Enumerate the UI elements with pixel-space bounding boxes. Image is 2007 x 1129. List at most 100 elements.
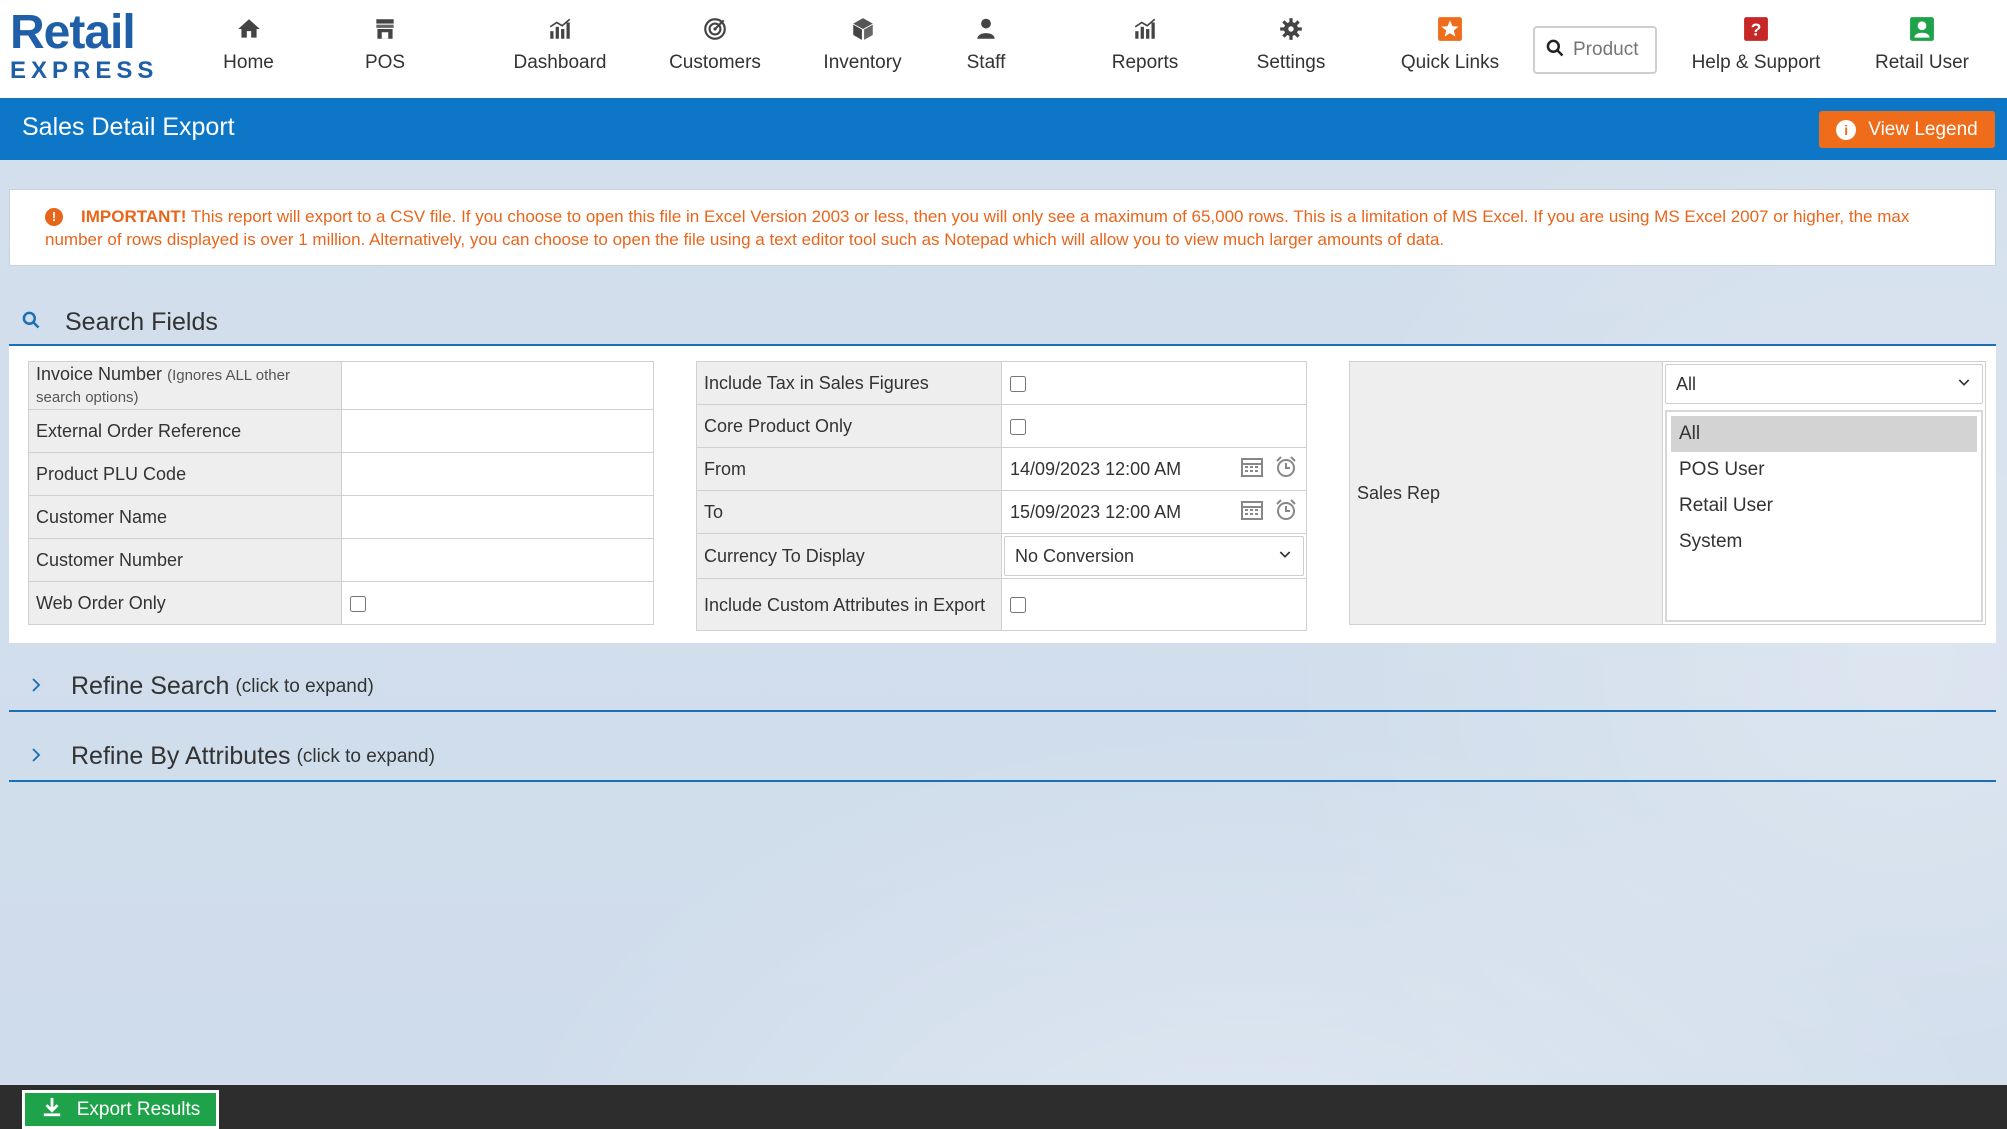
view-legend-button[interactable]: i View Legend: [1819, 111, 1995, 148]
refine-search-title: Refine Search: [71, 672, 230, 700]
product-search[interactable]: [1533, 26, 1657, 74]
calendar-icon[interactable]: [1240, 455, 1264, 484]
nav-quick-links[interactable]: Quick Links: [1399, 16, 1501, 82]
download-icon: [41, 1096, 63, 1124]
sales-rep-select[interactable]: All: [1665, 364, 1983, 404]
top-navigation: Retail EXPRESS Home POS Dashboard Custom…: [0, 0, 2007, 98]
clock-icon[interactable]: [1274, 455, 1298, 484]
refine-attributes-hint: (click to expand): [296, 745, 435, 767]
chevron-down-icon: [1277, 546, 1293, 567]
currency-label: Currency To Display: [696, 533, 1002, 579]
nav-home-label: Home: [223, 52, 274, 73]
nav-quick-links-label: Quick Links: [1400, 52, 1500, 73]
home-icon: [206, 16, 291, 46]
nav-customers[interactable]: Customers: [663, 16, 767, 82]
invoice-number-label: Invoice Number (Ignores ALL other search…: [28, 361, 342, 410]
customer-number-field[interactable]: [341, 538, 654, 582]
sales-rep-option[interactable]: All: [1671, 416, 1977, 452]
from-date-field[interactable]: 14/09/2023 12:00 AM: [1010, 459, 1181, 480]
box-icon: [815, 16, 910, 46]
star-icon: [1399, 16, 1501, 46]
nav-dashboard-label: Dashboard: [513, 52, 607, 73]
export-results-label: Export Results: [76, 1098, 201, 1120]
page-title: Sales Detail Export: [22, 113, 235, 141]
help-icon: ?: [1688, 16, 1824, 46]
search-fields-panel: Invoice Number (Ignores ALL other search…: [9, 346, 1996, 643]
retail-express-logo[interactable]: Retail EXPRESS: [10, 6, 159, 86]
page-header: Sales Detail Export i View Legend: [0, 98, 2007, 160]
important-label: IMPORTANT!: [81, 207, 187, 226]
core-product-only-checkbox[interactable]: [1010, 418, 1026, 435]
footer-bar: Export Results: [0, 1085, 2007, 1129]
product-plu-code-label: Product PLU Code: [28, 452, 342, 496]
nav-staff[interactable]: Staff: [955, 16, 1017, 82]
calendar-icon[interactable]: [1240, 498, 1264, 527]
alert-icon: !: [45, 208, 63, 226]
view-legend-label: View Legend: [1868, 118, 1978, 140]
currency-select[interactable]: No Conversion: [1004, 536, 1304, 576]
clock-icon[interactable]: [1274, 498, 1298, 527]
include-tax-label: Include Tax in Sales Figures: [696, 361, 1002, 405]
to-date-field[interactable]: 15/09/2023 12:00 AM: [1010, 502, 1181, 523]
gear-icon: [1253, 16, 1329, 46]
include-tax-checkbox[interactable]: [1010, 375, 1026, 392]
web-order-only-checkbox[interactable]: [350, 595, 366, 612]
refine-search-hint: (click to expand): [235, 675, 374, 697]
refine-search-section[interactable]: Refine Search (click to expand): [9, 664, 1996, 712]
nav-retail-user[interactable]: Retail User: [1871, 16, 1973, 82]
logo-line2: EXPRESS: [10, 57, 159, 84]
store-icon: [345, 16, 425, 46]
bar-chart-icon: [1104, 16, 1186, 46]
include-custom-attributes-checkbox[interactable]: [1010, 597, 1026, 614]
user-badge-icon: [1871, 16, 1973, 46]
core-product-only-label: Core Product Only: [696, 404, 1002, 448]
search-fields-right: Sales Rep All All POS User Retail User S…: [1349, 361, 1986, 625]
customer-number-label: Customer Number: [28, 538, 342, 582]
external-order-reference-field[interactable]: [341, 409, 654, 453]
info-icon: i: [1836, 119, 1857, 140]
nav-help-support[interactable]: ? Help & Support: [1688, 16, 1824, 82]
sales-rep-option[interactable]: Retail User: [1671, 488, 1977, 524]
nav-inventory-label: Inventory: [823, 52, 902, 73]
svg-text:?: ?: [1751, 20, 1762, 40]
nav-settings[interactable]: Settings: [1253, 16, 1329, 82]
nav-reports[interactable]: Reports: [1104, 16, 1186, 82]
include-custom-attributes-label: Include Custom Attributes in Export: [696, 578, 1002, 631]
sales-rep-listbox[interactable]: All POS User Retail User System: [1665, 410, 1983, 622]
product-search-input[interactable]: [1573, 39, 1653, 61]
currency-select-value: No Conversion: [1015, 545, 1135, 566]
sales-rep-option[interactable]: POS User: [1671, 452, 1977, 488]
search-fields-section: Search Fields: [9, 300, 1996, 346]
search-icon: [1545, 38, 1565, 63]
external-order-reference-label: External Order Reference: [28, 409, 342, 453]
sales-rep-select-value: All: [1676, 373, 1697, 394]
customer-name-label: Customer Name: [28, 495, 342, 539]
export-results-button[interactable]: Export Results: [22, 1090, 219, 1129]
target-icon: [663, 16, 767, 46]
nav-retail-user-label: Retail User: [1875, 52, 1969, 73]
bar-chart-icon: [505, 16, 615, 46]
chevron-down-icon: [1956, 374, 1972, 395]
important-text: This report will export to a CSV file. I…: [45, 207, 1910, 249]
nav-customers-label: Customers: [669, 52, 761, 73]
nav-inventory[interactable]: Inventory: [815, 16, 910, 82]
nav-home[interactable]: Home: [206, 16, 291, 82]
product-plu-code-field[interactable]: [341, 452, 654, 496]
logo-line1: Retail: [10, 6, 136, 59]
invoice-number-field[interactable]: [341, 361, 654, 410]
refine-attributes-title: Refine By Attributes: [71, 742, 291, 770]
nav-dashboard[interactable]: Dashboard: [505, 16, 615, 82]
sales-rep-option[interactable]: System: [1671, 524, 1977, 560]
refine-attributes-section[interactable]: Refine By Attributes (click to expand): [9, 734, 1996, 782]
user-icon: [955, 16, 1017, 46]
nav-pos[interactable]: POS: [345, 16, 425, 82]
search-fields-heading: Search Fields: [65, 308, 218, 336]
search-fields-left: Invoice Number (Ignores ALL other search…: [28, 361, 654, 625]
from-label: From: [696, 447, 1002, 491]
chevron-right-icon: [27, 744, 71, 770]
to-label: To: [696, 490, 1002, 534]
customer-name-field[interactable]: [341, 495, 654, 539]
web-order-only-label: Web Order Only: [28, 581, 342, 625]
nav-help-support-label: Help & Support: [1691, 52, 1821, 73]
important-notice: ! IMPORTANT! This report will export to a…: [9, 189, 1996, 266]
